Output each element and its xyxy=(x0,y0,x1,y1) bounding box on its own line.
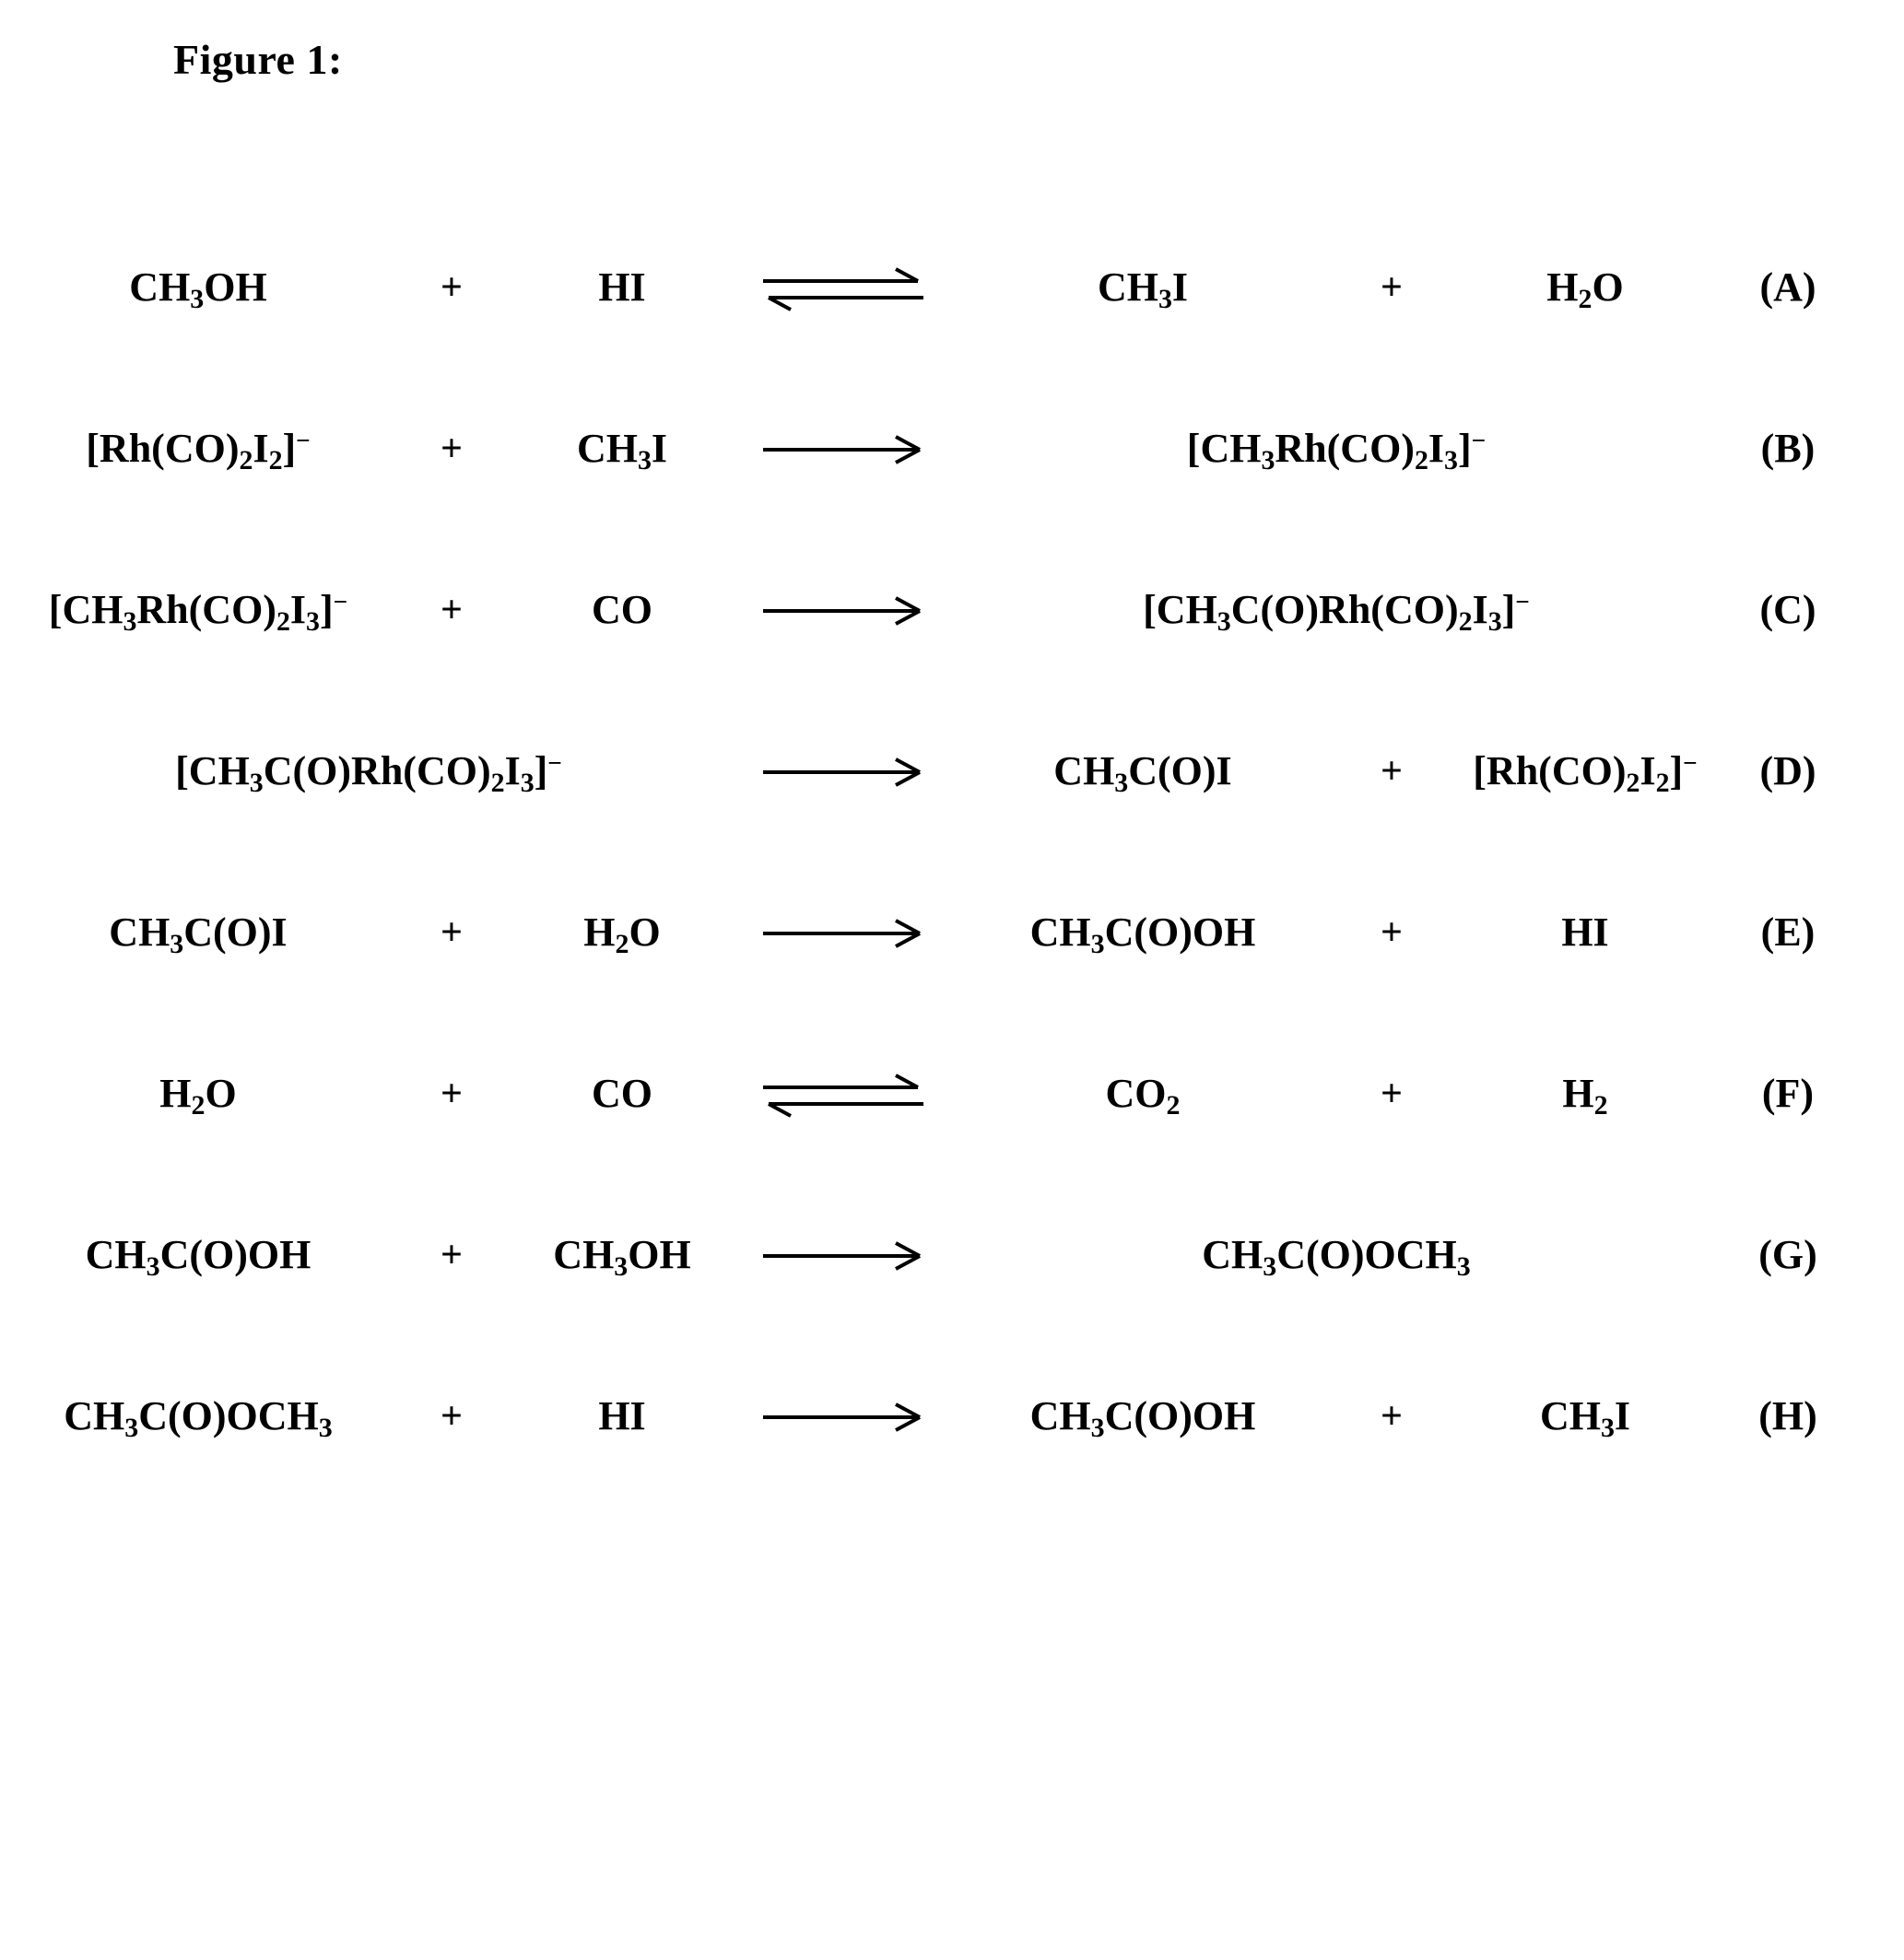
plus-sign: + xyxy=(1381,1395,1403,1438)
reactant-species: CH3OH xyxy=(507,1232,737,1283)
reactant-species: CH3C(O)I xyxy=(0,910,396,960)
formula-methyl-acetate: CH3C(O)OCH3 xyxy=(1202,1232,1471,1283)
equilibrium-arrow-icon xyxy=(737,1069,949,1121)
plus-sign: + xyxy=(441,428,463,471)
reaction-label: (B) xyxy=(1760,426,1816,472)
forward-arrow-icon xyxy=(737,431,949,468)
reactant-species: CH3C(O)OCH3 xyxy=(0,1393,396,1444)
product-species: CH3C(O)OH xyxy=(949,1393,1336,1444)
product-species: CH3I xyxy=(1447,1393,1723,1444)
plus-sign: + xyxy=(441,1395,463,1438)
forward-arrow-icon xyxy=(737,754,949,791)
plus-sign: + xyxy=(441,266,463,310)
product-species: CH3I xyxy=(949,264,1336,315)
formula-ch3-rh-co-2-i-3-anion: [CH3Rh(CO)2I3]− xyxy=(1186,426,1487,476)
product-species: [Rh(CO)2I2]− xyxy=(1447,748,1723,799)
formula-hi: HI xyxy=(598,264,646,311)
formula-hi: HI xyxy=(1561,910,1609,956)
product-species: H2 xyxy=(1447,1071,1723,1121)
reaction-label: (E) xyxy=(1760,910,1816,956)
reaction-row-a: CH3OH + HI CH3I + H2O (A) xyxy=(0,207,1904,369)
reaction-row-e: CH3C(O)I + H2O CH3C(O)OH + HI (E) xyxy=(0,852,1904,1014)
plus-sign: + xyxy=(1381,750,1403,793)
formula-ch3-rh-co-2-i-3-anion: [CH3Rh(CO)2I3]− xyxy=(48,587,348,638)
reactant-species: [CH3Rh(CO)2I3]− xyxy=(0,587,396,638)
forward-arrow-icon xyxy=(737,593,949,629)
reaction-row-c: [CH3Rh(CO)2I3]− + CO [CH3C(O)Rh(CO)2I3]−… xyxy=(0,530,1904,691)
reactant-species: CO xyxy=(507,589,737,631)
reaction-label: (H) xyxy=(1758,1393,1817,1439)
reaction-label: (C) xyxy=(1759,587,1816,633)
reactant-species: H2O xyxy=(0,1071,396,1121)
reactant-species: CH3C(O)OH xyxy=(0,1232,396,1283)
formula-h2o: H2O xyxy=(1546,264,1624,315)
product-species: CO2 xyxy=(949,1071,1336,1121)
formula-ch3i: CH3I xyxy=(576,426,668,476)
formula-acetic-acid: CH3C(O)OH xyxy=(85,1232,311,1283)
plus-sign: + xyxy=(441,589,463,632)
formula-ch3oh: CH3OH xyxy=(129,264,267,315)
product-species: H2O xyxy=(1447,264,1723,315)
product-species: CH3C(O)I xyxy=(949,748,1336,799)
reactant-species: HI xyxy=(507,1395,737,1438)
reaction-row-f: H2O + CO CO2 + H2 (F) xyxy=(0,1014,1904,1175)
reaction-label: (F) xyxy=(1761,1071,1815,1117)
reaction-label: (A) xyxy=(1759,264,1816,311)
formula-h2o: H2O xyxy=(583,910,661,960)
reaction-row-d: [CH3C(O)Rh(CO)2I3]− CH3C(O)I + [Rh(CO)2I… xyxy=(0,691,1904,852)
plus-sign: + xyxy=(441,1073,463,1116)
reaction-row-g: CH3C(O)OH + CH3OH CH3C(O)OCH3 (G) xyxy=(0,1175,1904,1336)
formula-h2o: H2O xyxy=(159,1071,237,1121)
plus-sign: + xyxy=(441,1234,463,1277)
formula-h2: H2 xyxy=(1562,1071,1608,1121)
formula-ch3i: CH3I xyxy=(1539,1393,1631,1444)
formula-acetic-acid: CH3C(O)OH xyxy=(1029,910,1256,960)
formula-methyl-acetate: CH3C(O)OCH3 xyxy=(64,1393,333,1444)
formula-acetic-acid: CH3C(O)OH xyxy=(1029,1393,1256,1444)
formula-co: CO xyxy=(592,587,652,633)
formula-rh-co-2-i-2-anion: [Rh(CO)2I2]− xyxy=(86,426,311,476)
forward-arrow-icon xyxy=(737,1238,949,1274)
product-species: CH3C(O)OCH3 xyxy=(949,1232,1723,1283)
product-species: [CH3C(O)Rh(CO)2I3]− xyxy=(949,587,1723,638)
plus-sign: + xyxy=(1381,911,1403,955)
reactant-species: CH3OH xyxy=(0,264,396,315)
equilibrium-arrow-icon xyxy=(737,263,949,314)
forward-arrow-icon xyxy=(737,915,949,952)
page-title: Figure 1: xyxy=(173,36,343,83)
forward-arrow-icon xyxy=(737,1399,949,1436)
formula-ch3i: CH3I xyxy=(1097,264,1189,315)
reactant-species: CO xyxy=(507,1073,737,1115)
reactant-species: CH3I xyxy=(507,426,737,476)
reactant-species: [Rh(CO)2I2]− xyxy=(0,426,396,476)
reaction-row-h: CH3C(O)OCH3 + HI CH3C(O)OH + CH3I (H) xyxy=(0,1336,1904,1497)
product-species: CH3C(O)OH xyxy=(949,910,1336,960)
formula-co2: CO2 xyxy=(1105,1071,1181,1121)
formula-ch3oh: CH3OH xyxy=(553,1232,691,1283)
reaction-scheme: CH3OH + HI CH3I + H2O (A) [Rh(CO)2I2]− +… xyxy=(0,207,1904,1497)
formula-acetyl-rh-co-2-i-3-anion: [CH3C(O)Rh(CO)2I3]− xyxy=(1143,587,1530,638)
reaction-row-b: [Rh(CO)2I2]− + CH3I [CH3Rh(CO)2I3]− (B) xyxy=(0,369,1904,530)
product-species: [CH3Rh(CO)2I3]− xyxy=(949,426,1723,476)
formula-acetyl-iodide: CH3C(O)I xyxy=(1053,748,1232,799)
plus-sign: + xyxy=(1381,1073,1403,1116)
reaction-label: (D) xyxy=(1759,748,1816,794)
formula-co: CO xyxy=(592,1071,652,1117)
formula-hi: HI xyxy=(598,1393,646,1439)
product-species: HI xyxy=(1447,911,1723,954)
formula-acetyl-iodide: CH3C(O)I xyxy=(109,910,288,960)
figure-page: Figure 1: CH3OH + HI CH3I + H2O (A) [Rh(… xyxy=(0,0,1904,1960)
plus-sign: + xyxy=(441,911,463,955)
plus-sign: + xyxy=(1381,266,1403,310)
reactant-species: HI xyxy=(507,266,737,309)
formula-acetyl-rh-co-2-i-3-anion: [CH3C(O)Rh(CO)2I3]− xyxy=(175,748,562,799)
reactant-species: [CH3C(O)Rh(CO)2I3]− xyxy=(0,748,737,799)
formula-rh-co-2-i-2-anion: [Rh(CO)2I2]− xyxy=(1473,748,1698,799)
reaction-label: (G) xyxy=(1758,1232,1817,1278)
reactant-species: H2O xyxy=(507,910,737,960)
